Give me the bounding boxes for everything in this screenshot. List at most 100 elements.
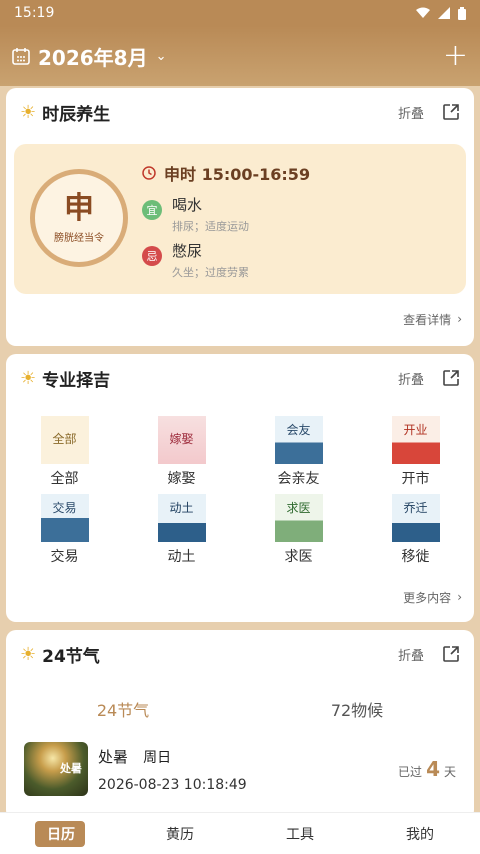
more-content-link[interactable]: 更多内容 › xyxy=(6,576,474,618)
fold-button[interactable]: 折叠 xyxy=(398,103,424,122)
view-details-link[interactable]: 查看详情 › xyxy=(6,294,474,344)
zeji-card: ☀ 专业择吉 折叠 全部 全部 嫁娶 嫁娶 会友 会亲友 开业 开市 交易 交易 xyxy=(6,354,474,622)
solar-card-header: ☀ 24节气 折叠 xyxy=(6,630,474,678)
shichen-panel: 申 膀胱经当令 申时 15:00-16:59 宜 喝水 排尿；适度运动 忌 憋尿… xyxy=(14,144,466,294)
tile-text: 全部 xyxy=(52,432,77,447)
yi-main: 喝水 xyxy=(172,196,203,214)
yi-sub: 排尿；适度运动 xyxy=(172,220,249,233)
gate-tile-icon: 动土 xyxy=(157,494,206,542)
all-tile-icon: 全部 xyxy=(40,416,89,464)
tile-text: 求医 xyxy=(286,501,311,516)
shichen-dial: 申 膀胱经当令 xyxy=(30,169,128,267)
branch-char: 申 xyxy=(64,191,94,226)
shichen-card: ☀ 时辰养生 折叠 申 膀胱经当令 申时 15:00-16:59 宜 喝水 排尿… xyxy=(6,88,474,346)
battery-icon xyxy=(458,6,466,20)
thumb-text: 处暑 xyxy=(60,762,82,775)
house-tile-icon: 乔迁 xyxy=(391,494,440,542)
status-bar: 15:19 xyxy=(0,0,480,26)
term-datetime: 2026-08-23 10:18:49 xyxy=(98,776,247,793)
zeji-card-header: ☀ 专业择吉 折叠 xyxy=(6,354,474,402)
nav-almanac[interactable]: 黄历 xyxy=(120,824,240,844)
nav-mine[interactable]: 我的 xyxy=(360,824,480,844)
nav-tools[interactable]: 工具 xyxy=(240,824,360,844)
shichen-card-header: ☀ 时辰养生 折叠 xyxy=(6,88,474,136)
lion-tile-icon: 开业 xyxy=(391,416,440,464)
tile-text: 开业 xyxy=(403,423,428,438)
chevron-down-icon[interactable]: ⌄ xyxy=(156,49,167,64)
tile-text: 乔迁 xyxy=(403,501,428,516)
tile-text: 交易 xyxy=(52,501,77,516)
share-icon[interactable] xyxy=(442,369,460,387)
status-icons xyxy=(416,6,466,20)
friends-tile-icon: 会友 xyxy=(274,416,323,464)
zeji-item-open-business[interactable]: 开业 开市 xyxy=(357,416,474,488)
ji-main: 憋尿 xyxy=(172,242,203,260)
zeji-title: 专业择吉 xyxy=(42,370,111,391)
grid-label: 全部 xyxy=(50,471,79,487)
zeji-item-doctor[interactable]: 求医 求医 xyxy=(240,494,357,566)
days-passed: 已过 4 天 xyxy=(398,757,456,781)
sun-icon: ☀ xyxy=(20,643,37,665)
time-row: 申时 15:00-16:59 xyxy=(142,161,310,185)
solar-term-image: 处暑 xyxy=(24,742,88,796)
zeji-grid: 全部 全部 嫁娶 嫁娶 会友 会亲友 开业 开市 交易 交易 动土 动土 求医 … xyxy=(6,402,474,566)
grid-label: 开市 xyxy=(401,471,430,487)
sun-icon: ☀ xyxy=(20,101,37,123)
tile-text: 会友 xyxy=(286,423,311,438)
add-icon[interactable]: + xyxy=(443,41,468,71)
shichen-title: 时辰养生 xyxy=(42,104,111,125)
grid-label: 动土 xyxy=(167,549,196,565)
fold-button[interactable]: 折叠 xyxy=(398,645,424,664)
zeji-item-all[interactable]: 全部 全部 xyxy=(6,416,123,488)
grid-label: 交易 xyxy=(50,549,79,565)
share-icon[interactable] xyxy=(442,645,460,663)
chevron-right-icon: › xyxy=(457,590,462,604)
grid-label: 移徙 xyxy=(401,549,430,565)
share-icon[interactable] xyxy=(442,103,460,121)
clock-icon xyxy=(142,166,156,180)
passed-suffix: 天 xyxy=(443,765,456,779)
tab-24-terms[interactable]: 24节气 xyxy=(6,697,240,721)
view-details-label: 查看详情 xyxy=(403,312,452,327)
more-content-label: 更多内容 xyxy=(403,590,452,605)
bottom-nav: 日历 黄历 工具 我的 xyxy=(0,812,480,854)
zeji-item-trade[interactable]: 交易 交易 xyxy=(6,494,123,566)
grid-label: 求医 xyxy=(284,549,313,565)
term-name: 处暑 xyxy=(98,747,129,766)
month-title[interactable]: 2026年8月 xyxy=(38,42,148,71)
app-header: 2026年8月 ⌄ + xyxy=(0,26,480,86)
ji-badge: 忌 xyxy=(142,246,162,266)
nav-calendar-label: 日历 xyxy=(35,820,85,847)
solar-term-info: 处暑 周日 2026-08-23 10:18:49 xyxy=(98,746,247,793)
meridian-text: 膀胱经当令 xyxy=(54,233,104,244)
term-weekday: 周日 xyxy=(143,749,172,766)
tile-text: 嫁娶 xyxy=(169,432,194,447)
tab-72-phenology[interactable]: 72物候 xyxy=(240,697,474,721)
nav-calendar[interactable]: 日历 xyxy=(0,820,120,847)
status-time: 15:19 xyxy=(14,5,55,21)
blossom-tile-icon: 嫁娶 xyxy=(157,416,206,464)
grid-label: 会亲友 xyxy=(277,471,320,487)
passed-prefix: 已过 xyxy=(398,765,423,779)
fold-button[interactable]: 折叠 xyxy=(398,369,424,388)
grid-label: 嫁娶 xyxy=(167,471,196,487)
zeji-item-groundbreaking[interactable]: 动土 动土 xyxy=(123,494,240,566)
passed-days: 4 xyxy=(426,757,440,781)
solar-terms-card: ☀ 24节气 折叠 24节气 72物候 处暑 处暑 周日 2026-08-23 … xyxy=(6,630,474,820)
yi-badge: 宜 xyxy=(142,200,162,220)
ji-sub: 久坐；过度劳累 xyxy=(172,266,249,279)
ji-row: 忌 憋尿 久坐；过度劳累 xyxy=(142,240,249,280)
solar-term-row[interactable]: 处暑 处暑 周日 2026-08-23 10:18:49 已过 4 天 xyxy=(6,742,474,796)
zeji-item-marriage[interactable]: 嫁娶 嫁娶 xyxy=(123,416,240,488)
zeji-item-friends[interactable]: 会友 会亲友 xyxy=(240,416,357,488)
doctor-tile-icon: 求医 xyxy=(274,494,323,542)
tile-text: 动土 xyxy=(169,501,194,516)
solar-title: 24节气 xyxy=(42,646,100,667)
time-range: 申时 15:00-16:59 xyxy=(164,165,311,184)
signal-icon xyxy=(438,7,450,19)
chevron-right-icon: › xyxy=(457,312,462,326)
wifi-icon xyxy=(416,7,430,18)
zeji-item-moving[interactable]: 乔迁 移徙 xyxy=(357,494,474,566)
calendar-icon[interactable] xyxy=(12,47,30,65)
solar-tabs: 24节气 72物候 xyxy=(6,684,474,734)
